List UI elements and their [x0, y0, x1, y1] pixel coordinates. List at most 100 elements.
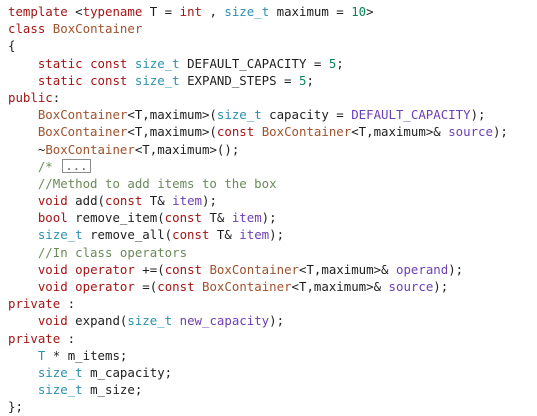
keyword-token: const [90, 72, 128, 88]
class-name-token: BoxContainer [37, 107, 128, 123]
code-text: maximum = [269, 4, 352, 19]
code-line[interactable]: template <typename T = int , size_t maxi… [8, 3, 537, 20]
code-line[interactable]: void operator +=(const BoxContainer<T,ma… [8, 261, 537, 278]
code-text: : [52, 89, 61, 105]
code-line[interactable]: static const size_t EXPAND_STEPS = 5; [8, 72, 537, 89]
code-line[interactable]: bool remove_item(const T& item); [8, 209, 537, 226]
code-text: * m_items; [45, 347, 128, 363]
parameter-token: operand [395, 261, 449, 277]
code-text: ); [470, 107, 486, 123]
keyword-token: const [90, 55, 128, 71]
type-token: size_t [134, 72, 180, 88]
class-name-token: BoxContainer [202, 279, 292, 294]
keyword-token: const [164, 210, 202, 226]
code-line[interactable]: void operator =(const BoxContainer<T,max… [8, 278, 537, 295]
code-line[interactable]: BoxContainer<T,maximum>(const BoxContain… [8, 123, 537, 140]
code-line[interactable]: public: [8, 89, 537, 106]
code-text: add( [67, 193, 105, 209]
comment-token: //Method to add items to the box [37, 175, 277, 191]
type-token: size_t [127, 313, 173, 329]
code-text: <T,maximum>& [351, 124, 449, 140]
code-text: +=( [134, 261, 165, 277]
code-line[interactable]: size_t remove_all(const T& item); [8, 226, 537, 243]
code-line[interactable]: BoxContainer<T,maximum>(size_t capacity … [8, 106, 537, 123]
code-line[interactable]: T * m_items; [8, 347, 537, 364]
parameter-token: source [388, 279, 434, 294]
type-token: size_t [224, 4, 270, 19]
code-text: ); [433, 279, 449, 294]
keyword-token: void [37, 261, 68, 277]
keyword-token: class [8, 21, 46, 37]
code-text: remove_item( [67, 210, 165, 226]
type-token: size_t [134, 55, 180, 71]
code-editor[interactable]: template <typename T = int , size_t maxi… [0, 0, 537, 414]
type-token: size_t [37, 382, 83, 398]
class-name-token: BoxContainer [45, 141, 135, 157]
keyword-token: const [105, 193, 143, 209]
code-text: EXPAND_STEPS = [179, 72, 299, 88]
code-line[interactable]: static const size_t DEFAULT_CAPACITY = 5… [8, 55, 537, 72]
code-text: ); [492, 124, 508, 140]
code-line[interactable]: /* ... [8, 158, 537, 175]
code-line[interactable]: }; [8, 398, 537, 415]
code-text: ); [202, 193, 217, 209]
code-text: { [8, 38, 16, 54]
code-text: =( [134, 279, 158, 294]
keyword-token: typename [82, 4, 143, 19]
keyword-token: operator [75, 261, 135, 277]
class-name-token: BoxContainer [261, 124, 352, 140]
code-text: m_capacity; [82, 364, 173, 380]
type-token: size_t [216, 107, 262, 123]
code-text: <T,maximum>& [299, 261, 396, 277]
code-text: <T,maximum>(); [134, 141, 240, 157]
code-line[interactable]: class BoxContainer [8, 20, 537, 37]
code-text: ); [261, 210, 277, 226]
code-text: T = [142, 4, 180, 19]
code-text: ); [269, 227, 285, 243]
code-line[interactable]: private : [8, 295, 537, 312]
code-line[interactable]: void expand(size_t new_capacity); [8, 312, 537, 329]
code-text: : [60, 330, 76, 346]
code-line[interactable]: { [8, 37, 537, 54]
code-line[interactable]: ~BoxContainer<T,maximum>(); [8, 141, 537, 158]
code-text: capacity = [261, 107, 352, 123]
code-text: <T,maximum>( [127, 124, 217, 140]
class-name-token: BoxContainer [52, 21, 143, 37]
keyword-token: public [8, 89, 53, 105]
code-text: DEFAULT_CAPACITY = [179, 55, 329, 71]
code-line[interactable]: size_t m_capacity; [8, 364, 537, 381]
code-text: ); [448, 261, 464, 277]
code-line[interactable]: void add(const T& item); [8, 192, 537, 209]
class-name-token: BoxContainer [209, 261, 299, 277]
keyword-token: private [8, 330, 61, 346]
keyword-token: const [216, 124, 255, 140]
code-text: remove_all( [82, 227, 173, 243]
keyword-token: static [37, 72, 83, 88]
keyword-token: const [157, 279, 195, 294]
code-line[interactable]: private : [8, 330, 537, 347]
code-text: T& [201, 210, 232, 226]
keyword-token: static [37, 55, 83, 71]
code-line[interactable]: size_t m_size; [8, 381, 537, 398]
code-text: > [366, 4, 374, 19]
keyword-token: void [37, 193, 68, 209]
code-line[interactable]: //Method to add items to the box [8, 175, 537, 192]
code-area[interactable]: template <typename T = int , size_t maxi… [8, 3, 537, 416]
keyword-token: template [8, 4, 68, 19]
code-text: ~ [8, 141, 46, 157]
collapsed-region-button[interactable]: ... [62, 158, 91, 173]
number-token: 10 [351, 4, 367, 19]
code-line[interactable]: //In class operators [8, 244, 537, 261]
